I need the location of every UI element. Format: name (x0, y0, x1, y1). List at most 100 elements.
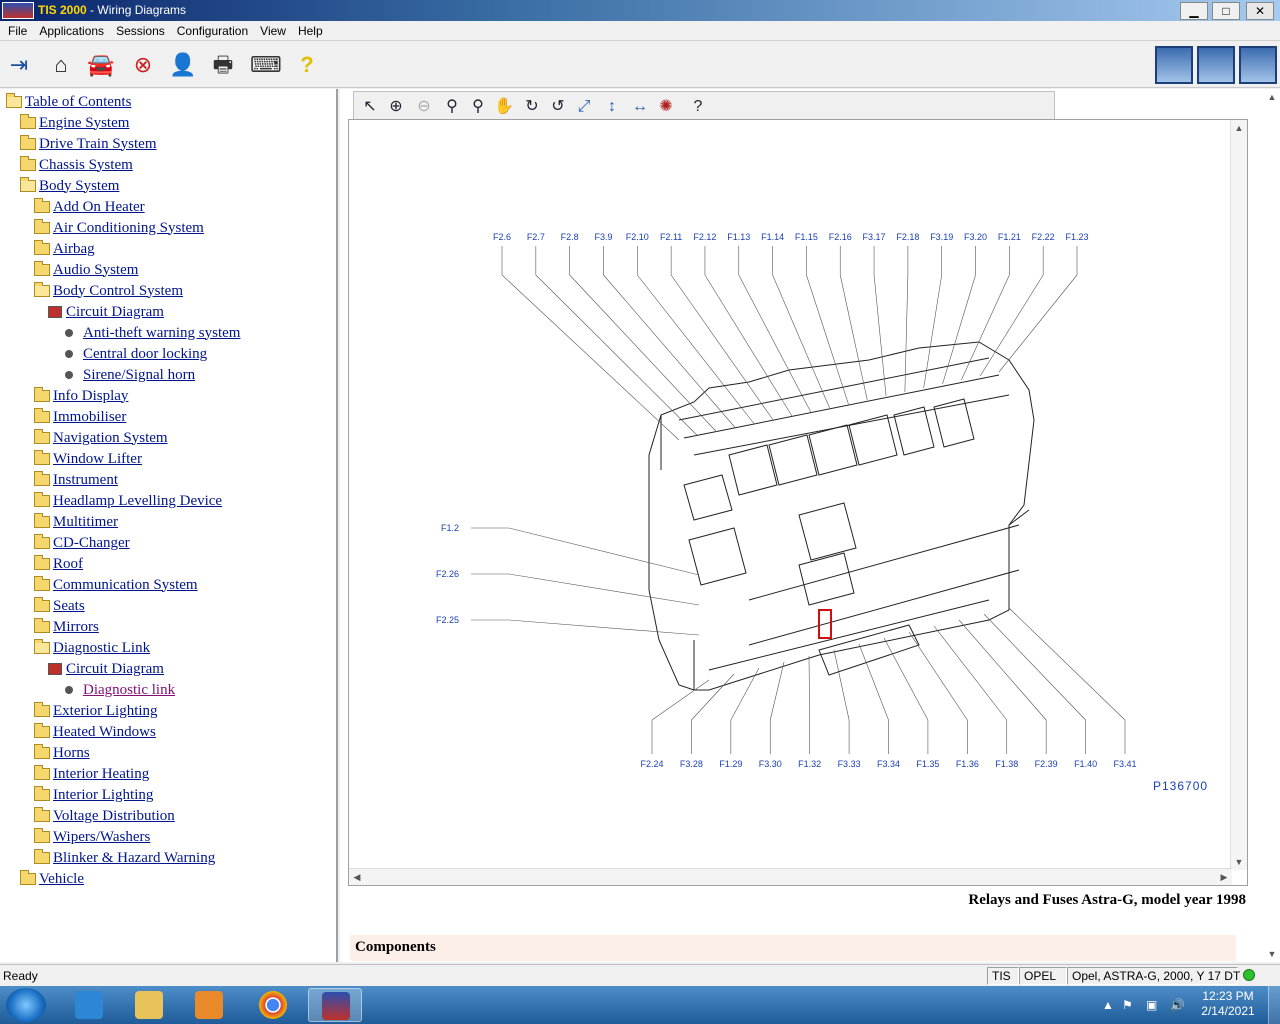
tree-item-multitimer[interactable]: Multitimer (34, 512, 118, 532)
tree-item-communication-system[interactable]: Communication System (34, 575, 198, 595)
fuse-label-bottom[interactable]: F3.30 (759, 759, 782, 769)
tree-item-label[interactable]: Roof (53, 556, 83, 573)
tree-item-label[interactable]: Blinker & Hazard Warning (53, 850, 215, 867)
fuse-label-top[interactable]: F2.6 (493, 232, 511, 242)
tree-item-label[interactable]: Communication System (53, 577, 198, 594)
menu-help[interactable]: Help (290, 21, 327, 38)
highlight-icon[interactable]: ✺ (654, 95, 678, 119)
fuse-label-bottom[interactable]: F3.41 (1113, 759, 1136, 769)
fuse-label-top[interactable]: F1.14 (761, 232, 784, 242)
tree-item-air-conditioning-system[interactable]: Air Conditioning System (34, 218, 204, 238)
taskbar-file-explorer[interactable] (122, 988, 176, 1022)
zoom-area-icon[interactable]: ⚲ (466, 95, 490, 119)
fuse-label-bottom[interactable]: F1.32 (798, 759, 821, 769)
network-icon[interactable]: ▣ (1146, 998, 1157, 1012)
fuse-label-top[interactable]: F1.15 (795, 232, 818, 242)
fuse-label-bottom[interactable]: F1.38 (995, 759, 1018, 769)
zoom-icon[interactable]: ⚲ (440, 95, 464, 119)
menu-applications[interactable]: Applications (31, 21, 108, 38)
tree-item-label[interactable]: Circuit Diagram (66, 304, 164, 321)
tree-item-label[interactable]: Audio System (53, 262, 138, 279)
tree-item-body-system[interactable]: Body System (20, 176, 119, 196)
user-icon[interactable]: 👤 (168, 50, 198, 80)
fuse-label-top[interactable]: F2.10 (626, 232, 649, 242)
tree-item-label[interactable]: Diagnostic Link (53, 640, 150, 657)
tree-item-wipers-washers[interactable]: Wipers/Washers (34, 827, 150, 847)
tree-item-label[interactable]: Circuit Diagram (66, 661, 164, 678)
show-desktop-button[interactable] (1268, 986, 1280, 1024)
tree-item-label[interactable]: Mirrors (53, 619, 99, 636)
tree-item-label[interactable]: Navigation System (53, 430, 168, 447)
fuse-label-top[interactable]: F3.17 (863, 232, 886, 242)
tree-item-label[interactable]: Voltage Distribution (53, 808, 175, 825)
print-icon[interactable]: 🖶 (208, 50, 238, 80)
diagram-horizontal-scrollbar[interactable]: ◀ ▶ (349, 868, 1232, 885)
fuse-label-top[interactable]: F2.18 (896, 232, 919, 242)
action-center-icon[interactable]: ⚑ (1122, 998, 1133, 1012)
tree-item-label[interactable]: Airbag (53, 241, 95, 258)
home-icon[interactable]: ⌂ (46, 50, 76, 80)
tis-app-icon[interactable] (2, 2, 34, 19)
fit-page-icon[interactable]: ⤢ (572, 95, 596, 119)
tree-item-blinker-hazard-warning[interactable]: Blinker & Hazard Warning (34, 848, 215, 868)
tree-item-label[interactable]: Horns (53, 745, 90, 762)
tree-item-label[interactable]: Sirene/Signal horn (83, 367, 195, 384)
tree-item-cd-changer[interactable]: CD-Changer (34, 533, 130, 553)
fit-width-icon[interactable]: ↔ (628, 95, 652, 119)
tree-item-audio-system[interactable]: Audio System (34, 260, 138, 280)
tree-item-airbag[interactable]: Airbag (34, 239, 95, 259)
tree-item-interior-heating[interactable]: Interior Heating (34, 764, 149, 784)
tree-item-label[interactable]: Central door locking (83, 346, 207, 363)
tree-item-label[interactable]: Immobiliser (53, 409, 126, 426)
menu-file[interactable]: File (0, 21, 31, 38)
fuse-label-top[interactable]: F3.19 (930, 232, 953, 242)
tree-item-horns[interactable]: Horns (34, 743, 90, 763)
vehicle-service-icon[interactable] (1155, 46, 1193, 84)
fuse-label-top[interactable]: F2.22 (1032, 232, 1055, 242)
tree-item-label[interactable]: Exterior Lighting (53, 703, 158, 720)
vehicle-diagnostics-icon[interactable] (1197, 46, 1235, 84)
scroll-right-icon[interactable]: ▶ (1216, 869, 1232, 885)
menu-view[interactable]: View (252, 21, 290, 38)
fuse-label-top[interactable]: F1.23 (1065, 232, 1088, 242)
tree-item-interior-lighting[interactable]: Interior Lighting (34, 785, 153, 805)
tree-item-heated-windows[interactable]: Heated Windows (34, 722, 156, 742)
diagram-vertical-scrollbar[interactable]: ▲ ▼ (1230, 120, 1247, 870)
help-icon[interactable]: ? (292, 50, 322, 80)
taskbar-chrome[interactable] (246, 988, 300, 1022)
tree-item-label[interactable]: Wipers/Washers (53, 829, 150, 846)
tree-item-sirene-signal-horn[interactable]: Sirene/Signal horn (62, 365, 195, 385)
fuse-label-bottom[interactable]: F2.39 (1035, 759, 1058, 769)
tree-item-label[interactable]: Engine System (39, 115, 129, 132)
tree-item-label[interactable]: CD-Changer (53, 535, 130, 552)
tree-item-central-door-locking[interactable]: Central door locking (62, 344, 207, 364)
content-scroll-up-icon[interactable]: ▲ (1264, 89, 1280, 105)
fuse-label-bottom[interactable]: F3.33 (838, 759, 861, 769)
tree-item-label[interactable]: Interior Heating (53, 766, 149, 783)
fuse-label-bottom[interactable]: F2.24 (640, 759, 663, 769)
tree-item-label[interactable]: Info Display (53, 388, 128, 405)
vehicle-wiring-icon[interactable] (1239, 46, 1277, 84)
vehicle-icon[interactable]: 🚘 (86, 50, 116, 80)
tree-item-label[interactable]: Instrument (53, 472, 118, 489)
diagram-viewer[interactable]: F2.6 F2.7 F2.8 F3.9 F2.10 F2.11 F2.12 F1.13 F1.1… (348, 119, 1248, 886)
fuse-label-bottom[interactable]: F1.35 (916, 759, 939, 769)
tree-item-vehicle[interactable]: Vehicle (20, 869, 84, 889)
fuse-label-bottom[interactable]: F3.34 (877, 759, 900, 769)
tree-item-voltage-distribution[interactable]: Voltage Distribution (34, 806, 175, 826)
fuse-label-bottom[interactable]: F3.28 (680, 759, 703, 769)
tree-item-label[interactable]: Multitimer (53, 514, 118, 531)
tree-item-navigation-system[interactable]: Navigation System (34, 428, 168, 448)
tree-item-label[interactable]: Body System (39, 178, 119, 195)
tree-item-label[interactable]: Heated Windows (53, 724, 156, 741)
taskbar-media-player[interactable] (182, 988, 236, 1022)
tree-item-instrument[interactable]: Instrument (34, 470, 118, 490)
tree-item-drive-train-system[interactable]: Drive Train System (20, 134, 157, 154)
tree-item-body-control-system[interactable]: Body Control System (34, 281, 183, 301)
fit-height-icon[interactable]: ↕ (600, 95, 624, 119)
taskbar-tis2000[interactable] (308, 988, 362, 1022)
fuse-label-top[interactable]: F3.20 (964, 232, 987, 242)
tree-item-diagnostic-link[interactable]: Diagnostic Link (34, 638, 150, 658)
clock[interactable]: 12:23 PM 2/14/2021 (1190, 989, 1266, 1019)
tree-item-label[interactable]: Drive Train System (39, 136, 157, 153)
